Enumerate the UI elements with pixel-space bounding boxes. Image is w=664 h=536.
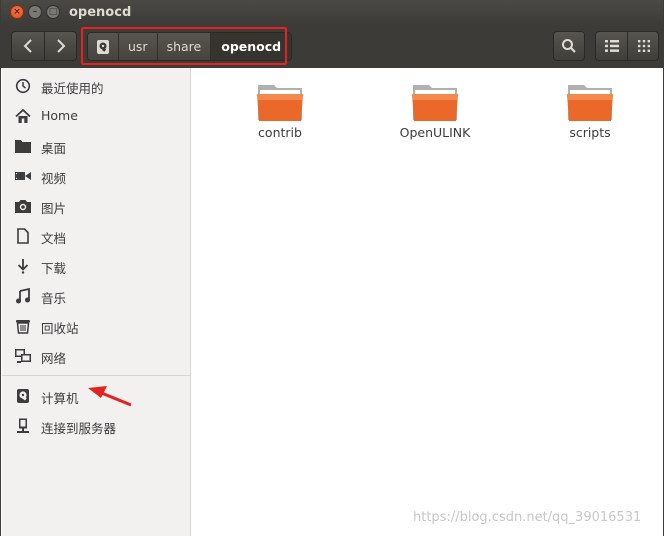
music-icon xyxy=(14,288,32,304)
sidebar-item-music[interactable]: 音乐 xyxy=(2,282,190,310)
sidebar-item-connect-server[interactable]: 连接到服务器 xyxy=(2,412,190,440)
folder-item-contrib[interactable]: contrib xyxy=(230,82,330,140)
minimize-window-button[interactable]: – xyxy=(28,5,42,19)
sidebar-item-label: 网络 xyxy=(41,351,67,366)
sidebar-item-label: 桌面 xyxy=(41,141,67,156)
folder-icon xyxy=(567,85,613,121)
forward-button[interactable] xyxy=(45,32,77,60)
network-icon xyxy=(14,348,32,364)
sidebar-item-label: 最近使用的 xyxy=(41,81,104,96)
minimize-icon: – xyxy=(32,7,38,17)
sidebar-item-label: 图片 xyxy=(41,201,67,216)
download-icon xyxy=(14,258,32,274)
folder-item-openulink[interactable]: OpenULINK xyxy=(385,82,485,140)
file-name: OpenULINK xyxy=(399,125,471,140)
sidebar-item-label: 计算机 xyxy=(41,391,79,406)
maximize-window-button[interactable]: □ xyxy=(46,5,60,19)
home-icon xyxy=(14,108,32,124)
disk-icon xyxy=(14,388,32,404)
camera-icon xyxy=(14,198,32,214)
watermark: https://blog.csdn.net/qq_39016531 xyxy=(413,510,642,525)
folder-icon xyxy=(14,138,32,154)
server-icon xyxy=(14,418,32,434)
close-icon: × xyxy=(13,7,21,17)
sidebar: 最近使用的 Home 桌面 视频 图片 文档 下载 音乐 回收站 网络 计算机 … xyxy=(2,68,191,536)
red-highlight-box xyxy=(81,27,287,65)
document-icon xyxy=(14,228,32,244)
sidebar-item-label: 连接到服务器 xyxy=(41,421,117,436)
sidebar-item-desktop[interactable]: 桌面 xyxy=(2,132,190,160)
search-icon xyxy=(562,39,576,53)
folder-icon xyxy=(257,85,303,121)
sidebar-item-label: Home xyxy=(41,108,78,123)
file-view: contrib OpenULINK scripts xyxy=(197,68,663,536)
title-bar: × – □ openocd xyxy=(1,0,663,26)
folder-item-scripts[interactable]: scripts xyxy=(540,82,640,140)
view-toggle xyxy=(595,31,659,61)
sidebar-item-label: 视频 xyxy=(41,171,67,186)
folder-icon xyxy=(412,85,458,121)
close-window-button[interactable]: × xyxy=(10,5,24,19)
sidebar-item-label: 下载 xyxy=(41,261,67,276)
list-view-button[interactable] xyxy=(596,32,628,60)
sidebar-item-documents[interactable]: 文档 xyxy=(2,222,190,250)
search-button[interactable] xyxy=(553,31,585,61)
chevron-right-icon xyxy=(57,39,66,53)
chevron-left-icon xyxy=(23,39,32,53)
list-view-icon xyxy=(604,40,619,52)
grid-view-icon xyxy=(637,40,650,52)
sidebar-item-downloads[interactable]: 下载 xyxy=(2,252,190,280)
maximize-icon: □ xyxy=(48,7,58,17)
video-icon xyxy=(14,168,32,184)
sidebar-item-label: 文档 xyxy=(41,231,67,246)
sidebar-item-trash[interactable]: 回收站 xyxy=(2,312,190,340)
grid-view-button[interactable] xyxy=(628,32,659,60)
file-name: contrib xyxy=(258,125,302,140)
sidebar-item-home[interactable]: Home xyxy=(2,102,190,130)
sidebar-divider xyxy=(2,375,190,376)
file-name: scripts xyxy=(569,125,611,140)
sidebar-item-recent[interactable]: 最近使用的 xyxy=(2,72,190,100)
trash-icon xyxy=(14,318,32,334)
sidebar-item-label: 音乐 xyxy=(41,291,67,306)
clock-icon xyxy=(14,78,32,94)
navigation-buttons xyxy=(11,31,77,61)
red-arrow-annotation xyxy=(88,386,132,407)
window-title: openocd xyxy=(69,5,132,20)
back-button[interactable] xyxy=(12,32,45,60)
sidebar-item-network[interactable]: 网络 xyxy=(2,342,190,370)
file-manager-window: × – □ openocd usr share openocd 最近使用的 Ho… xyxy=(0,0,664,536)
sidebar-item-label: 回收站 xyxy=(41,321,79,336)
sidebar-item-videos[interactable]: 视频 xyxy=(2,162,190,190)
sidebar-item-pictures[interactable]: 图片 xyxy=(2,192,190,220)
